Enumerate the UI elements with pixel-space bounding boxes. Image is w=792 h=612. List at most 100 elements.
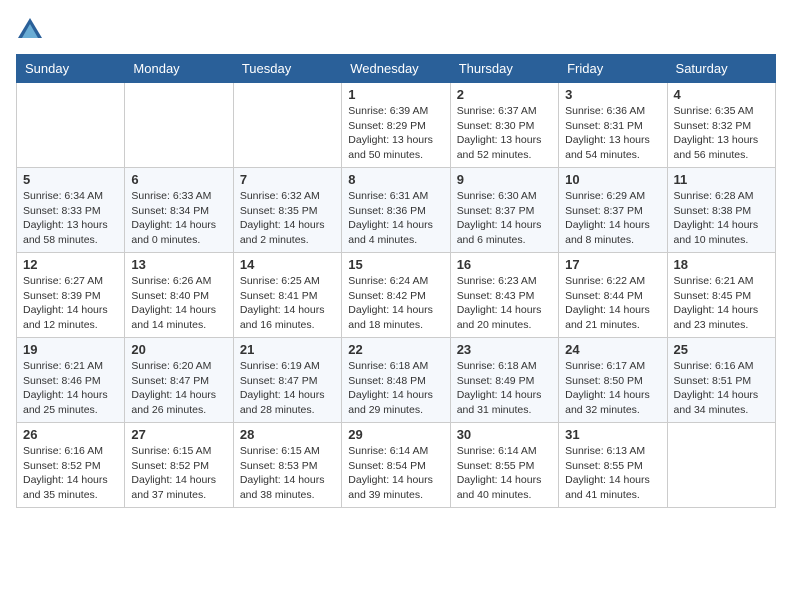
calendar-cell [667, 423, 775, 508]
day-info: Sunrise: 6:14 AMSunset: 8:54 PMDaylight:… [348, 444, 443, 503]
day-info: Sunrise: 6:17 AMSunset: 8:50 PMDaylight:… [565, 359, 660, 418]
calendar-cell: 6 Sunrise: 6:33 AMSunset: 8:34 PMDaylight… [125, 168, 233, 253]
calendar-cell: 13 Sunrise: 6:26 AMSunset: 8:40 PMDayligh… [125, 253, 233, 338]
day-info: Sunrise: 6:29 AMSunset: 8:37 PMDaylight:… [565, 189, 660, 248]
day-info: Sunrise: 6:36 AMSunset: 8:31 PMDaylight:… [565, 104, 660, 163]
logo [16, 16, 48, 44]
column-header-thursday: Thursday [450, 55, 558, 83]
calendar-cell: 7 Sunrise: 6:32 AMSunset: 8:35 PMDaylight… [233, 168, 341, 253]
day-number: 18 [674, 257, 769, 272]
day-info: Sunrise: 6:16 AMSunset: 8:52 PMDaylight:… [23, 444, 118, 503]
day-number: 7 [240, 172, 335, 187]
column-header-sunday: Sunday [17, 55, 125, 83]
calendar-cell: 19 Sunrise: 6:21 AMSunset: 8:46 PMDayligh… [17, 338, 125, 423]
day-info: Sunrise: 6:37 AMSunset: 8:30 PMDaylight:… [457, 104, 552, 163]
calendar: SundayMondayTuesdayWednesdayThursdayFrid… [16, 54, 776, 508]
day-info: Sunrise: 6:18 AMSunset: 8:49 PMDaylight:… [457, 359, 552, 418]
calendar-week-5: 26 Sunrise: 6:16 AMSunset: 8:52 PMDayligh… [17, 423, 776, 508]
day-number: 22 [348, 342, 443, 357]
calendar-cell: 27Sunrise: 6:15 AMSunset: 8:52 PMDayligh… [125, 423, 233, 508]
day-number: 11 [674, 172, 769, 187]
day-info: Sunrise: 6:20 AMSunset: 8:47 PMDaylight:… [131, 359, 226, 418]
day-number: 16 [457, 257, 552, 272]
day-number: 3 [565, 87, 660, 102]
calendar-cell: 23 Sunrise: 6:18 AMSunset: 8:49 PMDayligh… [450, 338, 558, 423]
calendar-cell: 21 Sunrise: 6:19 AMSunset: 8:47 PMDayligh… [233, 338, 341, 423]
day-number: 2 [457, 87, 552, 102]
calendar-cell: 1 Sunrise: 6:39 AMSunset: 8:29 PMDaylight… [342, 83, 450, 168]
day-info: Sunrise: 6:39 AMSunset: 8:29 PMDaylight:… [348, 104, 443, 163]
calendar-cell: 18 Sunrise: 6:21 AMSunset: 8:45 PMDayligh… [667, 253, 775, 338]
calendar-cell: 20 Sunrise: 6:20 AMSunset: 8:47 PMDayligh… [125, 338, 233, 423]
day-number: 9 [457, 172, 552, 187]
day-number: 30 [457, 427, 552, 442]
day-info: Sunrise: 6:32 AMSunset: 8:35 PMDaylight:… [240, 189, 335, 248]
day-info: Sunrise: 6:18 AMSunset: 8:48 PMDaylight:… [348, 359, 443, 418]
day-info: Sunrise: 6:21 AMSunset: 8:46 PMDaylight:… [23, 359, 118, 418]
day-number: 15 [348, 257, 443, 272]
calendar-cell: 10Sunrise: 6:29 AMSunset: 8:37 PMDayligh… [559, 168, 667, 253]
calendar-cell [233, 83, 341, 168]
column-header-tuesday: Tuesday [233, 55, 341, 83]
day-number: 14 [240, 257, 335, 272]
day-number: 21 [240, 342, 335, 357]
calendar-cell: 25 Sunrise: 6:16 AMSunset: 8:51 PMDayligh… [667, 338, 775, 423]
day-info: Sunrise: 6:31 AMSunset: 8:36 PMDaylight:… [348, 189, 443, 248]
day-number: 28 [240, 427, 335, 442]
calendar-cell: 9 Sunrise: 6:30 AMSunset: 8:37 PMDaylight… [450, 168, 558, 253]
day-number: 29 [348, 427, 443, 442]
calendar-cell: 8 Sunrise: 6:31 AMSunset: 8:36 PMDaylight… [342, 168, 450, 253]
day-info: Sunrise: 6:30 AMSunset: 8:37 PMDaylight:… [457, 189, 552, 248]
day-number: 27 [131, 427, 226, 442]
calendar-cell: 28 Sunrise: 6:15 AMSunset: 8:53 PMDayligh… [233, 423, 341, 508]
calendar-cell: 30Sunrise: 6:14 AMSunset: 8:55 PMDayligh… [450, 423, 558, 508]
day-number: 1 [348, 87, 443, 102]
day-info: Sunrise: 6:15 AMSunset: 8:53 PMDaylight:… [240, 444, 335, 503]
day-number: 31 [565, 427, 660, 442]
column-header-saturday: Saturday [667, 55, 775, 83]
page-header [16, 16, 776, 44]
calendar-cell: 31 Sunrise: 6:13 AMSunset: 8:55 PMDayligh… [559, 423, 667, 508]
day-info: Sunrise: 6:28 AMSunset: 8:38 PMDaylight:… [674, 189, 769, 248]
day-info: Sunrise: 6:27 AMSunset: 8:39 PMDaylight:… [23, 274, 118, 333]
day-info: Sunrise: 6:33 AMSunset: 8:34 PMDaylight:… [131, 189, 226, 248]
day-number: 6 [131, 172, 226, 187]
day-info: Sunrise: 6:22 AMSunset: 8:44 PMDaylight:… [565, 274, 660, 333]
calendar-cell: 2 Sunrise: 6:37 AMSunset: 8:30 PMDaylight… [450, 83, 558, 168]
day-number: 17 [565, 257, 660, 272]
calendar-cell: 17 Sunrise: 6:22 AMSunset: 8:44 PMDayligh… [559, 253, 667, 338]
column-header-wednesday: Wednesday [342, 55, 450, 83]
day-info: Sunrise: 6:21 AMSunset: 8:45 PMDaylight:… [674, 274, 769, 333]
day-number: 25 [674, 342, 769, 357]
day-info: Sunrise: 6:16 AMSunset: 8:51 PMDaylight:… [674, 359, 769, 418]
column-header-friday: Friday [559, 55, 667, 83]
day-info: Sunrise: 6:25 AMSunset: 8:41 PMDaylight:… [240, 274, 335, 333]
calendar-cell: 11 Sunrise: 6:28 AMSunset: 8:38 PMDayligh… [667, 168, 775, 253]
calendar-cell: 12 Sunrise: 6:27 AMSunset: 8:39 PMDayligh… [17, 253, 125, 338]
day-number: 4 [674, 87, 769, 102]
calendar-week-2: 5 Sunrise: 6:34 AMSunset: 8:33 PMDaylight… [17, 168, 776, 253]
calendar-cell: 26 Sunrise: 6:16 AMSunset: 8:52 PMDayligh… [17, 423, 125, 508]
day-number: 13 [131, 257, 226, 272]
day-number: 8 [348, 172, 443, 187]
day-info: Sunrise: 6:13 AMSunset: 8:55 PMDaylight:… [565, 444, 660, 503]
day-info: Sunrise: 6:26 AMSunset: 8:40 PMDaylight:… [131, 274, 226, 333]
calendar-header-row: SundayMondayTuesdayWednesdayThursdayFrid… [17, 55, 776, 83]
day-number: 5 [23, 172, 118, 187]
calendar-cell: 24 Sunrise: 6:17 AMSunset: 8:50 PMDayligh… [559, 338, 667, 423]
day-info: Sunrise: 6:34 AMSunset: 8:33 PMDaylight:… [23, 189, 118, 248]
day-number: 20 [131, 342, 226, 357]
calendar-week-1: 1 Sunrise: 6:39 AMSunset: 8:29 PMDaylight… [17, 83, 776, 168]
calendar-cell: 14 Sunrise: 6:25 AMSunset: 8:41 PMDayligh… [233, 253, 341, 338]
day-info: Sunrise: 6:24 AMSunset: 8:42 PMDaylight:… [348, 274, 443, 333]
day-number: 23 [457, 342, 552, 357]
day-number: 19 [23, 342, 118, 357]
day-number: 24 [565, 342, 660, 357]
day-number: 26 [23, 427, 118, 442]
day-info: Sunrise: 6:19 AMSunset: 8:47 PMDaylight:… [240, 359, 335, 418]
column-header-monday: Monday [125, 55, 233, 83]
day-number: 12 [23, 257, 118, 272]
calendar-cell: 3 Sunrise: 6:36 AMSunset: 8:31 PMDaylight… [559, 83, 667, 168]
calendar-week-4: 19 Sunrise: 6:21 AMSunset: 8:46 PMDayligh… [17, 338, 776, 423]
calendar-cell [17, 83, 125, 168]
